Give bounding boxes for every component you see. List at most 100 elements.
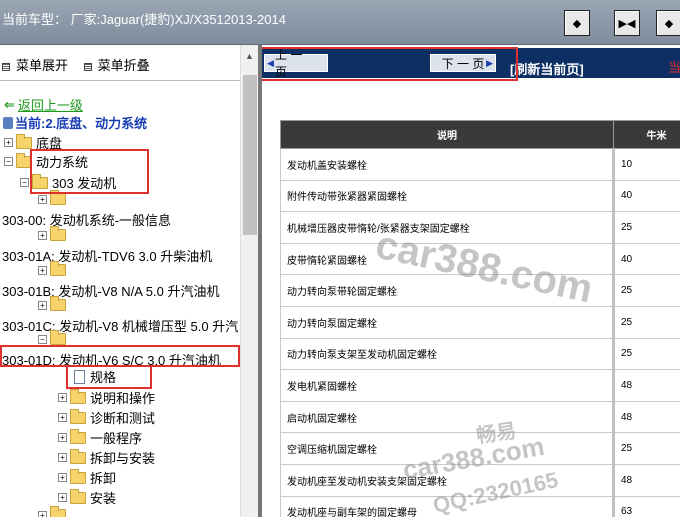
- folder-icon: [50, 226, 66, 241]
- tree-item-desc[interactable]: + 说明和操作: [58, 388, 155, 407]
- table-row: 机械增压器皮带惰轮/张紧器支架固定螺栓 25: [280, 211, 680, 244]
- highlight-box: [262, 47, 518, 81]
- tree-item-proc[interactable]: + 一般程序: [58, 428, 142, 447]
- restore-icon: ◆: [572, 17, 582, 30]
- content-pane: ◀ 上 一 页 下 一 页 ▶ [刷新当前页] 当 说明 牛米 发动机盖安装螺栓…: [262, 45, 680, 517]
- table-row: 动力转向泵固定螺栓 25: [280, 305, 680, 339]
- refresh-page-link[interactable]: [刷新当前页]: [510, 59, 584, 78]
- current-model-title: 当前车型： 厂家:Jaguar(捷豹)XJ/X3512013-2014: [2, 12, 286, 27]
- collapse-minus-icon: −: [20, 178, 29, 187]
- collapse-minus-icon: −: [4, 157, 13, 166]
- folder-icon: [70, 448, 86, 464]
- table-cell: 发动机座与副车架的固定螺母: [280, 495, 614, 517]
- table-cell: 机械增压器皮带惰轮/张紧器支架固定螺栓: [280, 211, 614, 244]
- table-cell: 25: [612, 337, 680, 371]
- folder-icon: [70, 488, 86, 504]
- table-cell: 发动机盖安装螺栓: [280, 148, 614, 181]
- folder-icon: [50, 261, 66, 276]
- window-restore-button[interactable]: ◆: [564, 10, 590, 36]
- tree-panel: 菜单展开 菜单折叠 ⇐ 返回上一级 当前:2.底盘、动力系统 + 底盘 − 动力…: [0, 45, 258, 517]
- collapse-minus-icon: −: [38, 334, 47, 344]
- tree-item-remove[interactable]: + 拆卸: [58, 468, 116, 487]
- expand-plus-icon: +: [58, 473, 67, 482]
- expand-plus-icon: +: [4, 138, 13, 147]
- tree-item-diag[interactable]: + 诊断和测试: [58, 408, 155, 427]
- table-cell: 63: [612, 495, 680, 517]
- computer-icon: [3, 116, 13, 129]
- collapse-icon: [83, 62, 92, 71]
- expand-plus-icon: +: [58, 433, 67, 442]
- tree-item-collapsed[interactable]: +: [38, 296, 70, 311]
- tree-item-collapsed[interactable]: +: [38, 506, 70, 517]
- split-view-button[interactable]: ▶◀: [614, 10, 640, 36]
- menu-expand-link[interactable]: 菜单展开: [16, 58, 68, 73]
- scrollbar-thumb[interactable]: [243, 75, 257, 235]
- table-cell: 动力转向泵支架至发动机固定螺栓: [280, 337, 614, 371]
- table-row: 动力转向泵带轮固定螺栓 25: [280, 274, 680, 307]
- folder-icon: [70, 388, 86, 404]
- table-cell: 25: [612, 432, 680, 465]
- back-link[interactable]: ⇐ 返回上一级: [4, 95, 83, 114]
- current-path: 当前:2.底盘、动力系统: [3, 113, 147, 132]
- red-text: 当: [668, 60, 680, 75]
- arrow-icon: ◆: [664, 17, 674, 30]
- folder-open-icon: [50, 330, 66, 345]
- table-row: 皮带惰轮紧固螺栓 40: [280, 242, 680, 276]
- table-cell: 48: [612, 400, 680, 434]
- tree-item-remove-install[interactable]: + 拆卸与安装: [58, 448, 155, 467]
- tree-item-303-01a[interactable]: 303-01A: 发动机-TDV6 3.0 升柴油机: [2, 246, 212, 265]
- table-cell: 皮带惰轮紧固螺栓: [280, 242, 614, 276]
- next-view-button[interactable]: ◆: [656, 10, 680, 36]
- expand-plus-icon: +: [38, 510, 47, 517]
- column-header: 说明: [280, 120, 614, 149]
- tree-item-collapsed[interactable]: −: [38, 330, 70, 345]
- table-cell: 40: [612, 242, 680, 276]
- spec-table: 说明 牛米 发动机盖安装螺栓 10 附件传动带张紧器紧固螺栓 40 机械增压器皮带惰…: [280, 120, 680, 517]
- expand-plus-icon: +: [38, 300, 47, 310]
- tree-item-303-00[interactable]: 303-00: 发动机系统-一般信息: [2, 210, 171, 229]
- highlight-box: [0, 345, 240, 367]
- back-arrow-icon: ⇐: [4, 96, 15, 112]
- tree-item-collapsed[interactable]: +: [38, 261, 70, 276]
- scroll-up-icon: ▲: [245, 51, 254, 61]
- table-cell: 动力转向泵固定螺栓: [280, 305, 614, 339]
- top-bar: 当前车型： 厂家:Jaguar(捷豹)XJ/X3512013-2014 ◆ ▶◀…: [0, 0, 680, 45]
- table-cell: 动力转向泵带轮固定螺栓: [280, 274, 614, 307]
- tree-scrollbar[interactable]: ▲: [240, 45, 258, 517]
- folder-icon: [50, 296, 66, 311]
- table-cell: 40: [612, 179, 680, 213]
- table-cell: 空调压缩机固定螺栓: [280, 432, 614, 465]
- expand-icon: [2, 62, 10, 71]
- table-cell: 发动机座至发动机安装支架固定螺栓: [280, 463, 614, 497]
- table-cell: 48: [612, 463, 680, 497]
- folder-icon: [70, 468, 86, 484]
- folder-icon: [70, 428, 86, 444]
- tree-item-collapsed[interactable]: +: [38, 190, 70, 205]
- tree-item-collapsed[interactable]: +: [38, 226, 70, 241]
- table-cell: 附件传动带张紧器紧固螺栓: [280, 179, 614, 213]
- tree-item-303-01b[interactable]: 303-01B: 发动机-V8 N/A 5.0 升汽油机: [2, 281, 219, 300]
- folder-icon: [16, 133, 32, 149]
- expand-plus-icon: +: [58, 393, 67, 402]
- menu-collapse-link[interactable]: 菜单折叠: [98, 58, 150, 73]
- table-cell: 10: [612, 148, 680, 181]
- table-row: 启动机固定螺栓 48: [280, 400, 680, 434]
- table-cell: 48: [612, 369, 680, 402]
- table-row: 发动机座与副车架的固定螺母 63: [280, 495, 680, 517]
- table-cell: 启动机固定螺栓: [280, 400, 614, 434]
- table-row: 动力转向泵支架至发动机固定螺栓 25: [280, 337, 680, 371]
- expand-plus-icon: +: [38, 194, 47, 204]
- column-header: 牛米: [613, 120, 680, 149]
- divider: [0, 80, 240, 81]
- table-row: 发动机盖安装螺栓 10: [280, 148, 680, 181]
- split-icon: ▶◀: [618, 17, 636, 30]
- expand-plus-icon: +: [58, 413, 67, 422]
- folder-icon: [50, 190, 66, 205]
- table-row: 空调压缩机固定螺栓 25: [280, 432, 680, 465]
- tree-item-install[interactable]: + 安装: [58, 488, 116, 507]
- table-row: 发动机座至发动机安装支架固定螺栓 48: [280, 463, 680, 497]
- highlight-box: [66, 365, 152, 389]
- table-cell: 25: [612, 211, 680, 244]
- table-cell: 25: [612, 274, 680, 307]
- highlight-box: [30, 149, 149, 194]
